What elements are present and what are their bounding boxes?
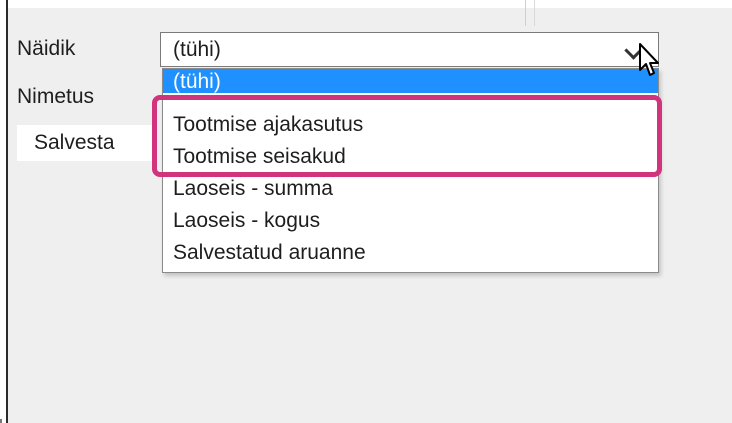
top-strip <box>8 0 732 8</box>
bottom-left-mark <box>0 419 2 423</box>
nimetus-label: Nimetus <box>17 85 95 108</box>
naidik-label: Näidik <box>17 37 76 60</box>
save-button[interactable]: Salvesta <box>17 125 157 161</box>
top-divider <box>525 0 526 26</box>
mouse-pointer-icon <box>639 43 659 76</box>
dropdown-option-stock-quantity[interactable]: Laoseis - kogus <box>163 205 658 237</box>
left-border <box>6 0 8 423</box>
top-divider <box>534 0 535 26</box>
select-current-value: (tühi) <box>173 38 221 61</box>
dropdown-option-empty[interactable]: (tühi) <box>163 69 658 93</box>
dropdown-option-saved-report[interactable]: Salvestatud aruanne <box>163 237 658 269</box>
highlight-annotation <box>152 95 662 177</box>
dropdown-option-stock-sum[interactable]: Laoseis - summa <box>163 173 658 205</box>
naidik-select[interactable]: (tühi) <box>160 32 659 67</box>
